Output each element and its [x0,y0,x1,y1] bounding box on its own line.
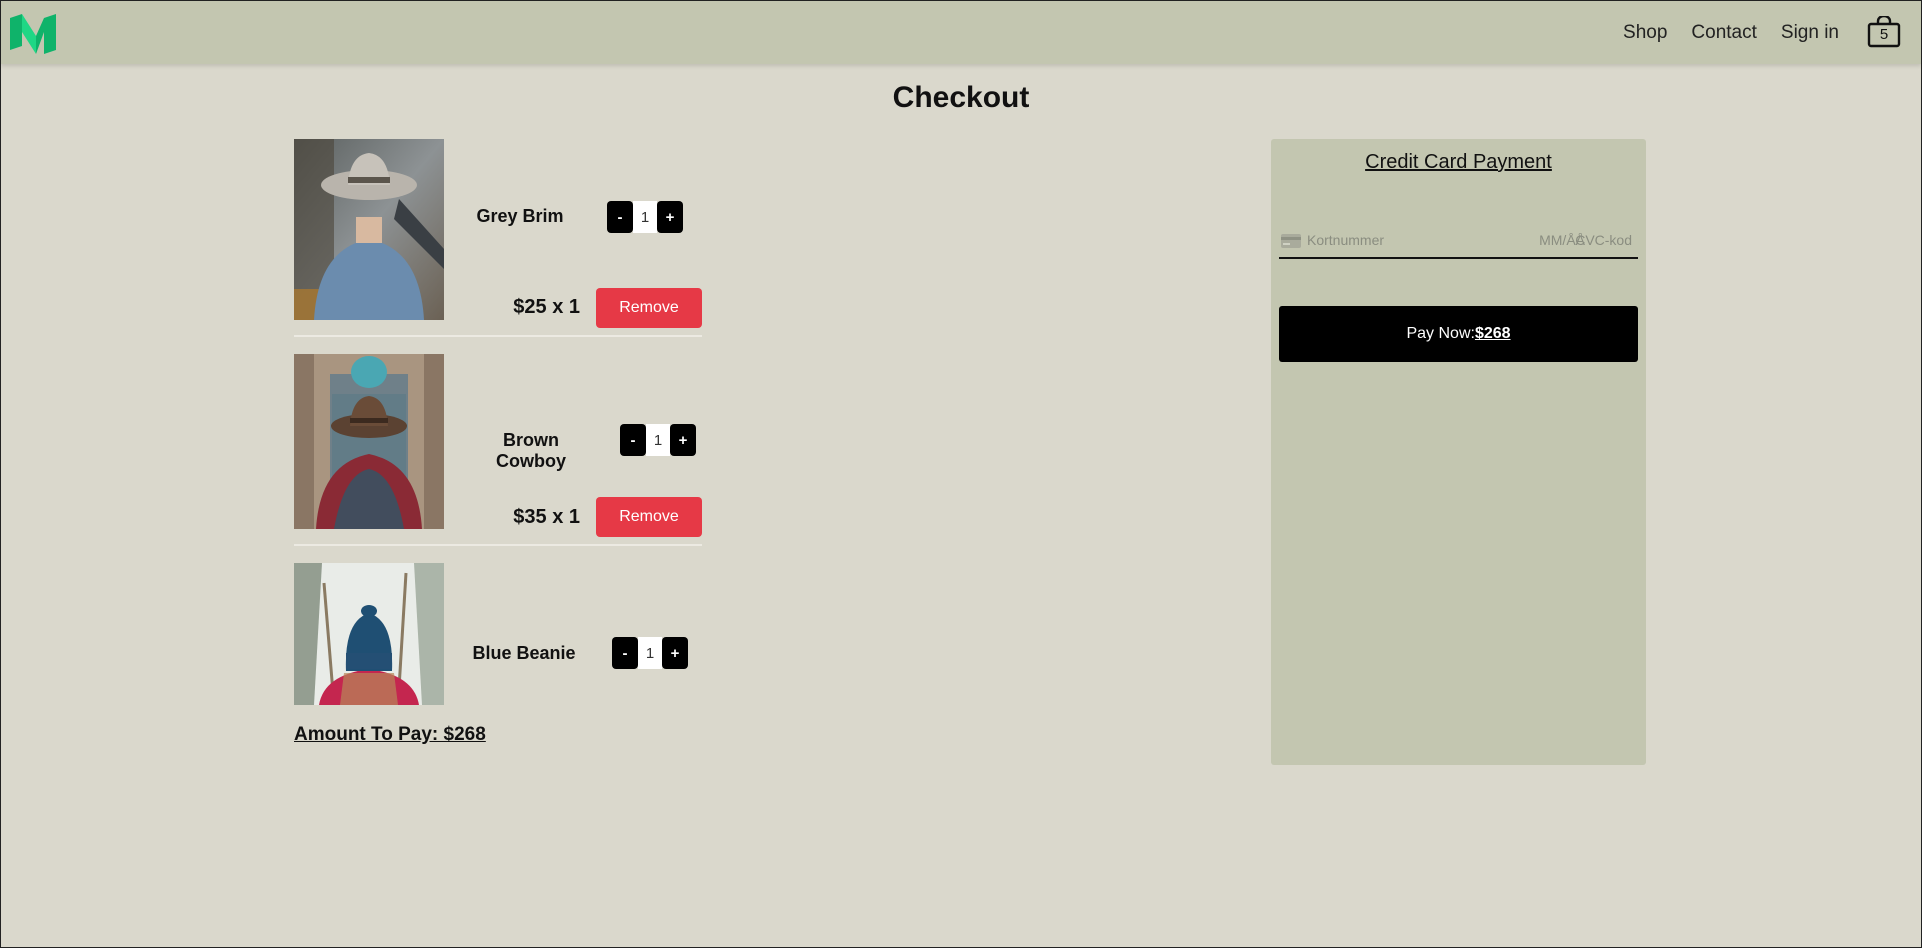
amount-to-pay: Amount To Pay: $268 [294,724,486,745]
grey-brim-hat-image [294,139,444,320]
item-divider [294,335,702,337]
cart-item: Brown Cowboy - 1 + $35 x 1 Remove [294,354,702,547]
quantity-value: 1 [638,637,662,669]
pay-now-button[interactable]: Pay Now: $268 [1279,306,1638,362]
quantity-value: 1 [646,424,670,456]
quantity-stepper: - 1 + [607,201,683,233]
remove-button[interactable]: Remove [596,288,702,328]
item-name: Brown Cowboy [496,430,566,471]
quantity-stepper: - 1 + [612,637,688,669]
cart-count-badge: 5 [1879,25,1889,43]
credit-card-payment-panel: Credit Card Payment Kortnummer MM/ÅÅ CVC… [1271,139,1646,765]
card-input-field[interactable]: Kortnummer MM/ÅÅ CVC-kod [1279,227,1638,259]
quantity-value: 1 [633,201,657,233]
nav-sign-in[interactable]: Sign in [1781,22,1839,44]
cart-item: Grey Brim - 1 + $25 x 1 Remove [294,139,702,337]
decrease-quantity-button[interactable]: - [607,201,633,233]
item-divider [294,544,702,546]
cart-button[interactable]: 5 [1867,15,1901,48]
item-price: $35 x 1 [513,506,580,528]
top-navbar: Shop Contact Sign in 5 [1,1,1921,64]
quantity-stepper: - 1 + [620,424,696,456]
cvc-input[interactable]: CVC-kod [1575,232,1632,248]
item-price: $25 x 1 [513,296,580,318]
item-name: Grey Brim [476,206,564,226]
card-number-input[interactable]: Kortnummer [1307,232,1384,248]
pay-now-amount: $268 [1474,325,1511,342]
remove-button[interactable]: Remove [596,497,702,537]
credit-card-icon [1281,234,1301,248]
increase-quantity-button[interactable]: + [657,201,683,233]
nav-contact[interactable]: Contact [1691,22,1756,44]
brown-cowboy-hat-image [294,354,444,529]
decrease-quantity-button[interactable]: - [612,637,638,669]
pay-now-label: Pay Now: [1406,325,1475,342]
increase-quantity-button[interactable]: + [670,424,696,456]
blue-beanie-image [294,563,444,705]
medium-logo[interactable] [10,14,56,54]
nav-shop[interactable]: Shop [1623,22,1667,44]
page-title: Checkout [892,81,1030,114]
payment-title: Credit Card Payment [1365,151,1552,173]
increase-quantity-button[interactable]: + [662,637,688,669]
decrease-quantity-button[interactable]: - [620,424,646,456]
cart-item: Blue Beanie - 1 + [294,563,702,705]
nav-menu: Shop Contact Sign in 5 [1623,1,1921,64]
item-name: Blue Beanie [472,643,576,663]
